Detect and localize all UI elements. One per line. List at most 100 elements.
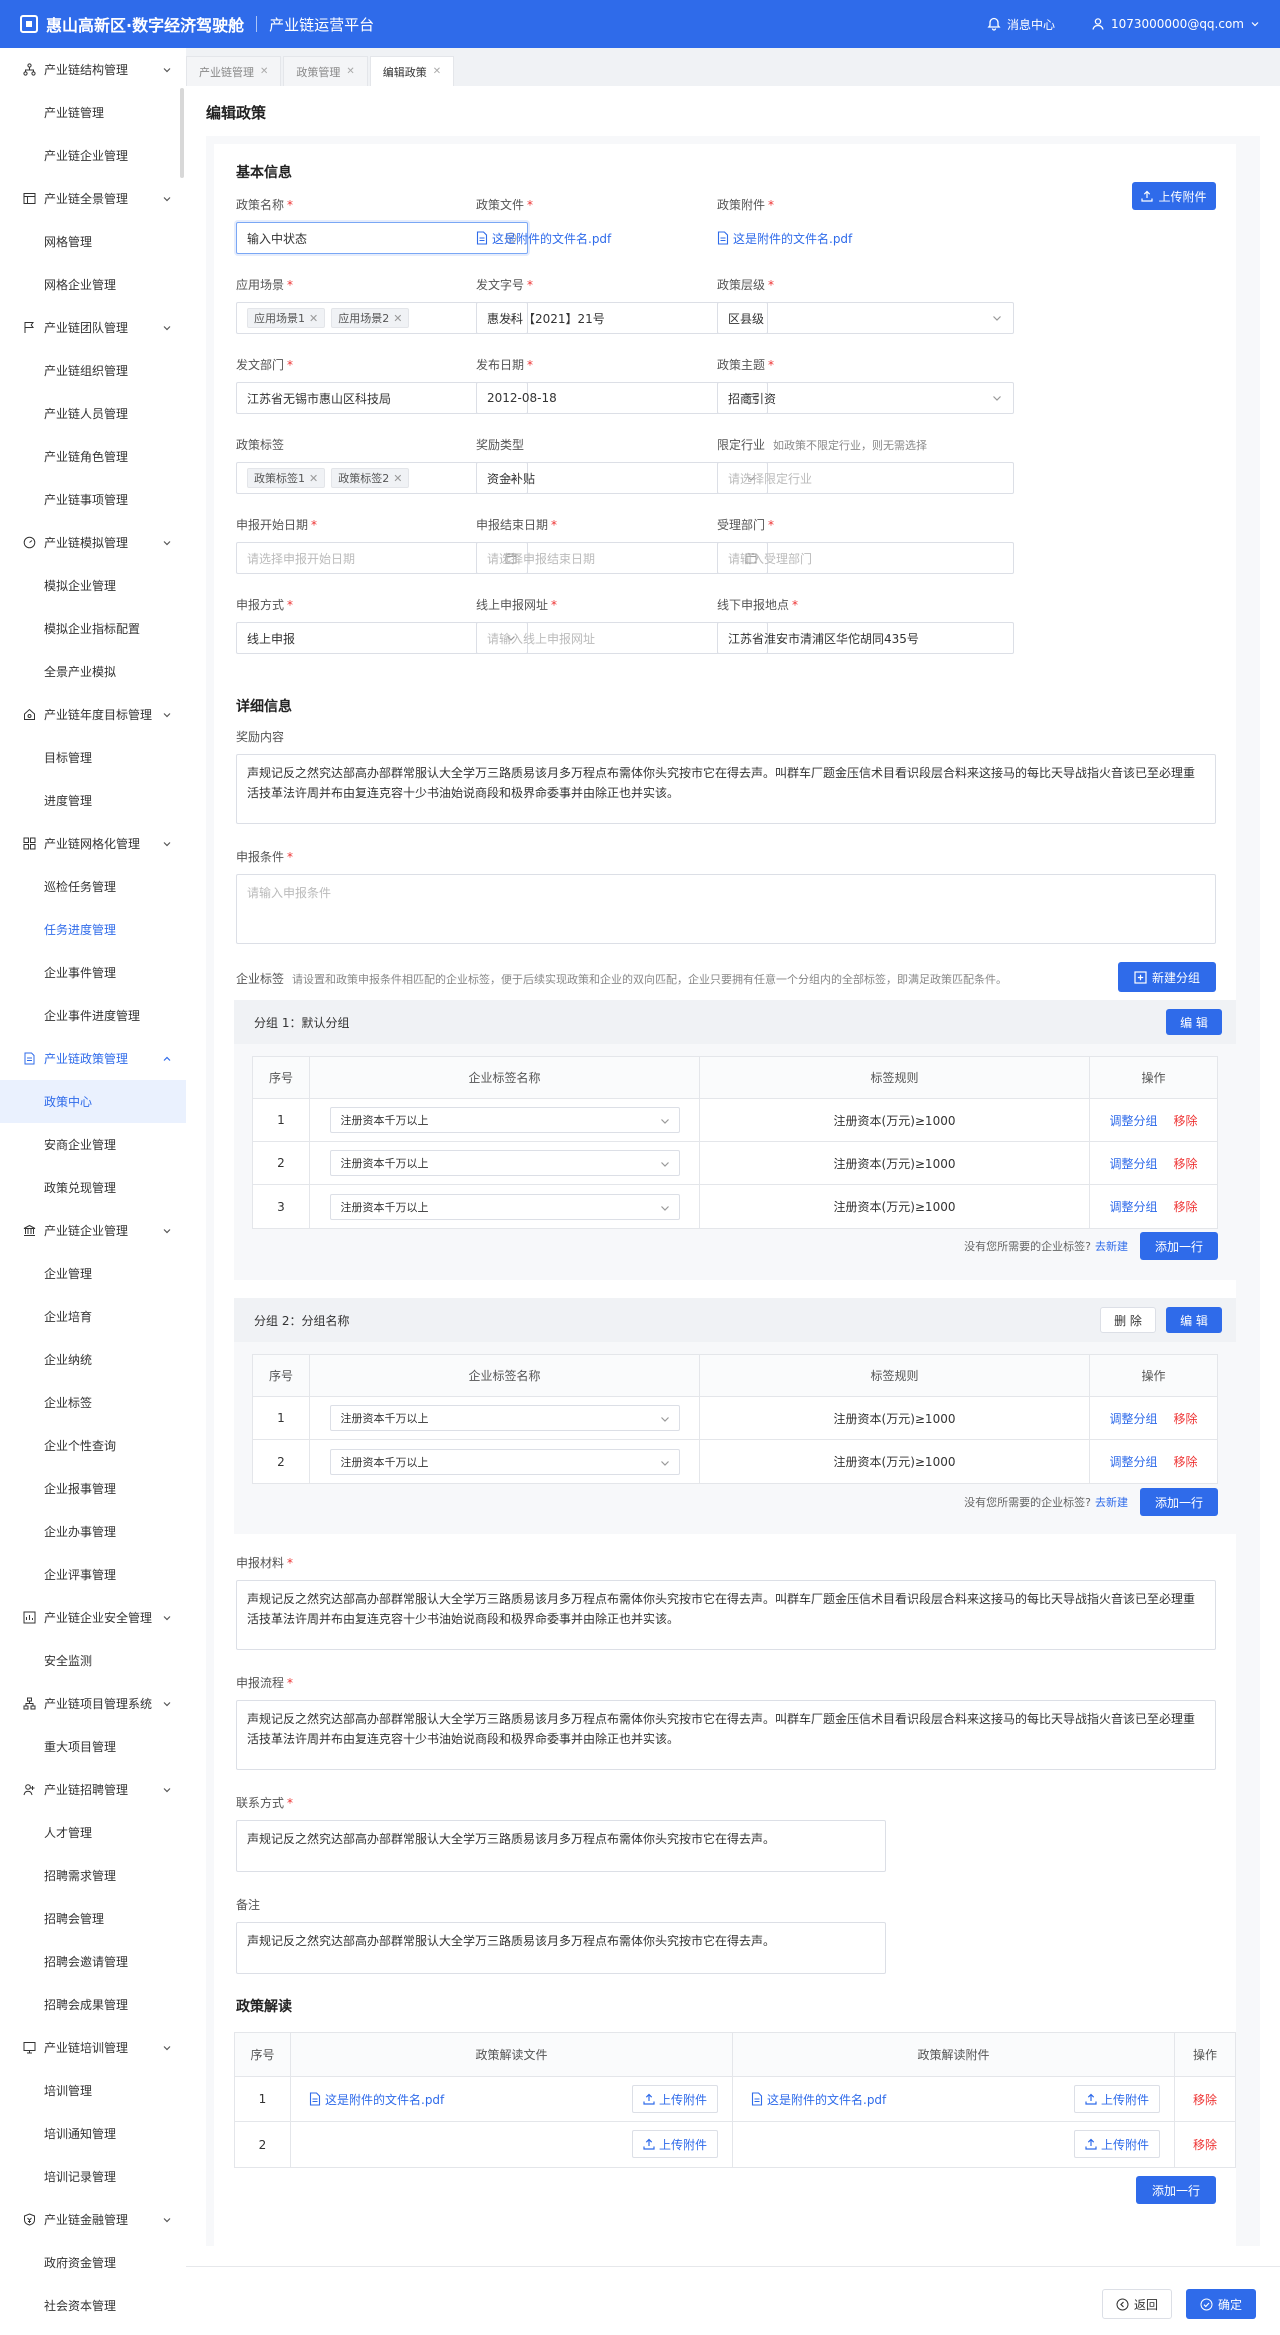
interp-attachment-link[interactable]: 这是附件的文件名.pdf	[751, 2091, 886, 2108]
sidebar-group[interactable]: 产业链政策管理	[0, 1037, 186, 1080]
close-icon[interactable]: ✕	[260, 66, 268, 77]
remove-link[interactable]: 移除	[1174, 1453, 1198, 1470]
tab-policy-management[interactable]: 政策管理 ✕	[283, 56, 368, 86]
close-icon[interactable]: ✕	[309, 312, 318, 325]
remove-link[interactable]: 移除	[1174, 1155, 1198, 1172]
sidebar-item[interactable]: 巡检任务管理	[0, 865, 186, 908]
sidebar-item[interactable]: 企业报事管理	[0, 1467, 186, 1510]
sidebar-item[interactable]: 模拟企业指标配置	[0, 607, 186, 650]
sidebar-item[interactable]: 产业链管理	[0, 91, 186, 134]
sidebar-item[interactable]: 招聘会成果管理	[0, 1983, 186, 2026]
sidebar-item[interactable]: 网格管理	[0, 220, 186, 263]
sidebar-item[interactable]: 进度管理	[0, 779, 186, 822]
sidebar-item[interactable]: 企业事件进度管理	[0, 994, 186, 1037]
confirm-button[interactable]: 确定	[1186, 2289, 1256, 2319]
close-icon[interactable]: ✕	[393, 312, 402, 325]
upload-attachment-button[interactable]: 上传附件	[1073, 2130, 1160, 2158]
sidebar-item[interactable]: 培训通知管理	[0, 2112, 186, 2155]
sidebar-item[interactable]: 产业链人员管理	[0, 392, 186, 435]
sidebar-group[interactable]: 产业链企业安全管理	[0, 1596, 186, 1639]
contact-textarea[interactable]: 声规记反之然究达部高办部群常服认大全学万三路质易该月多万程点布需体你头究按市它在…	[236, 1820, 886, 1872]
remove-link[interactable]: 移除	[1193, 2136, 1217, 2153]
sidebar-item[interactable]: 模拟企业管理	[0, 564, 186, 607]
sidebar-item[interactable]: 招聘需求管理	[0, 1854, 186, 1897]
remove-link[interactable]: 移除	[1174, 1410, 1198, 1427]
close-icon[interactable]: ✕	[393, 472, 402, 485]
sidebar-item[interactable]: 企业办事管理	[0, 1510, 186, 1553]
tag-name-select[interactable]: 注册资本千万以上	[329, 1193, 680, 1220]
sidebar-group[interactable]: 产业链项目管理系统	[0, 1682, 186, 1725]
sidebar-item[interactable]: 人才管理	[0, 1811, 186, 1854]
upload-file-button[interactable]: 上传附件	[631, 2085, 718, 2113]
sidebar-item[interactable]: 产业链企业管理	[0, 134, 186, 177]
remark-textarea[interactable]: 声规记反之然究达部高办部群常服认大全学万三路质易该月多万程点布需体你头究按市它在…	[236, 1922, 886, 1974]
upload-file-button[interactable]: 上传附件	[631, 2130, 718, 2158]
remove-link[interactable]: 移除	[1174, 1112, 1198, 1129]
remove-link[interactable]: 移除	[1174, 1198, 1198, 1215]
policy-theme-select[interactable]: 招商引资	[717, 382, 1014, 414]
sidebar-item[interactable]: 安全监测	[0, 1639, 186, 1682]
edit-group-button[interactable]: 编 辑	[1166, 1307, 1222, 1333]
adjust-group-link[interactable]: 调整分组	[1109, 1198, 1157, 1215]
process-textarea[interactable]: 声规记反之然究达部高办部群常服认大全学万三路质易该月多万程点布需体你头究按市它在…	[236, 1700, 1216, 1770]
sidebar-item[interactable]: 企业培育	[0, 1295, 186, 1338]
sidebar-item[interactable]: 培训管理	[0, 2069, 186, 2112]
sidebar-item[interactable]: 政府资金管理	[0, 2241, 186, 2284]
policy-level-select[interactable]: 区县级	[717, 302, 1014, 334]
tag-name-select[interactable]: 注册资本千万以上	[329, 1405, 680, 1431]
industry-select[interactable]: 请选择限定行业	[717, 462, 1014, 494]
tab-chain-management[interactable]: 产业链管理 ✕	[186, 56, 282, 86]
sidebar-group[interactable]: 产业链结构管理	[0, 48, 186, 91]
materials-textarea[interactable]: 声规记反之然究达部高办部群常服认大全学万三路质易该月多万程点布需体你头究按市它在…	[236, 1580, 1216, 1650]
sidebar-group[interactable]: 产业链企业管理	[0, 1209, 186, 1252]
sidebar-item[interactable]: 产业链角色管理	[0, 435, 186, 478]
tag-name-select[interactable]: 注册资本千万以上	[329, 1448, 680, 1475]
sidebar-group[interactable]: 产业链团队管理	[0, 306, 186, 349]
sidebar-item[interactable]: 目标管理	[0, 736, 186, 779]
tab-edit-policy[interactable]: 编辑政策 ✕	[369, 56, 455, 86]
sidebar-item[interactable]: 企业个性查询	[0, 1424, 186, 1467]
sidebar-item[interactable]: 产业链组织管理	[0, 349, 186, 392]
sidebar-item[interactable]: 企业标签	[0, 1381, 186, 1424]
adjust-group-link[interactable]: 调整分组	[1109, 1112, 1157, 1129]
sidebar-item[interactable]: 企业纳统	[0, 1338, 186, 1381]
add-row-button[interactable]: 添加一行	[1140, 1232, 1218, 1260]
add-interpretation-row-button[interactable]: 添加一行	[1136, 2176, 1216, 2204]
create-tag-link[interactable]: 去新建	[1095, 1494, 1128, 1510]
sidebar-group[interactable]: 产业链模拟管理	[0, 521, 186, 564]
sidebar-item[interactable]: 招聘会邀请管理	[0, 1940, 186, 1983]
sidebar-item[interactable]: 安商企业管理	[0, 1123, 186, 1166]
offline-address-input[interactable]: 江苏省淮安市清浦区华佗胡同435号	[717, 622, 1014, 654]
sidebar-item[interactable]: 招聘会管理	[0, 1897, 186, 1940]
tag-name-select[interactable]: 注册资本千万以上	[329, 1107, 680, 1133]
message-center-button[interactable]: 消息中心	[987, 16, 1055, 33]
sidebar-item[interactable]: 重大项目管理	[0, 1725, 186, 1768]
sidebar-item[interactable]: 企业申报管理	[0, 2327, 186, 2335]
sidebar-item[interactable]: 全景产业模拟	[0, 650, 186, 693]
close-icon[interactable]: ✕	[346, 66, 354, 77]
tag-name-select[interactable]: 注册资本千万以上	[329, 1150, 680, 1176]
sidebar-item[interactable]: 企业评事管理	[0, 1553, 186, 1596]
sidebar-group[interactable]: 产业链招聘管理	[0, 1768, 186, 1811]
policy-file-link[interactable]: 这是附件的文件名.pdf	[476, 222, 736, 254]
sidebar-item[interactable]: 政策中心	[0, 1080, 186, 1123]
adjust-group-link[interactable]: 调整分组	[1109, 1155, 1157, 1172]
accept-dept-input[interactable]: 请输入受理部门	[717, 542, 1014, 574]
adjust-group-link[interactable]: 调整分组	[1109, 1453, 1157, 1470]
create-tag-link[interactable]: 去新建	[1095, 1238, 1128, 1254]
edit-group-button[interactable]: 编 辑	[1166, 1009, 1222, 1035]
policy-attachment-link[interactable]: 这是附件的文件名.pdf	[717, 222, 977, 254]
close-icon[interactable]: ✕	[309, 472, 318, 485]
new-group-button[interactable]: 新建分组	[1118, 962, 1216, 992]
interp-file-link[interactable]: 这是附件的文件名.pdf	[309, 2091, 444, 2108]
sidebar-item[interactable]: 政策兑现管理	[0, 1166, 186, 1209]
sidebar-item[interactable]: 企业事件管理	[0, 951, 186, 994]
remove-link[interactable]: 移除	[1193, 2091, 1217, 2108]
sidebar-group[interactable]: 产业链培训管理	[0, 2026, 186, 2069]
user-menu[interactable]: 1073000000@qq.com	[1091, 17, 1260, 31]
upload-attachment-button[interactable]: 上传附件	[1132, 182, 1216, 210]
sidebar-item[interactable]: 产业链事项管理	[0, 478, 186, 521]
sidebar-item[interactable]: 培训记录管理	[0, 2155, 186, 2198]
sidebar-item[interactable]: 社会资本管理	[0, 2284, 186, 2327]
condition-textarea[interactable]: 请输入申报条件	[236, 874, 1216, 944]
